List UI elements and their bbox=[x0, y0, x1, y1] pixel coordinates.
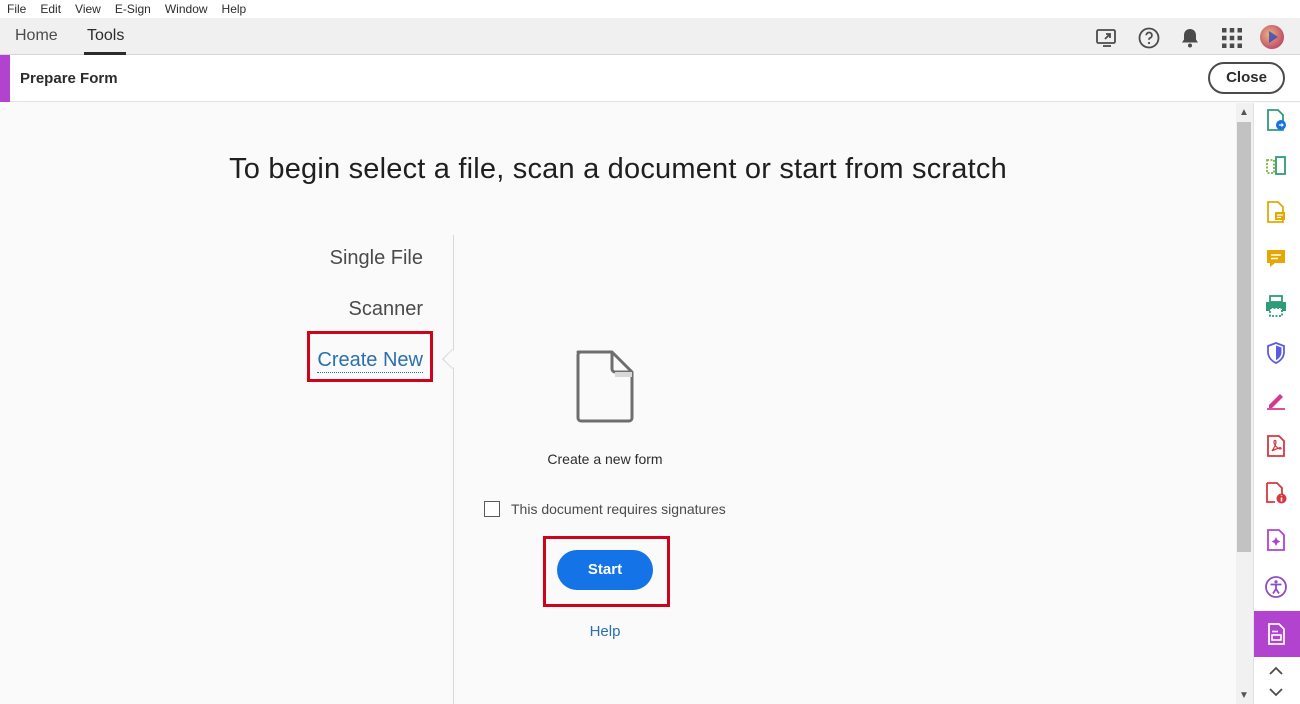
chevron-up-icon[interactable] bbox=[1266, 664, 1286, 678]
comment-icon[interactable] bbox=[1264, 247, 1288, 271]
close-button[interactable]: Close bbox=[1208, 62, 1285, 94]
menu-window[interactable]: Window bbox=[165, 2, 208, 16]
bell-icon[interactable] bbox=[1178, 26, 1202, 50]
pdf-icon[interactable] bbox=[1264, 434, 1288, 458]
highlight-box-start bbox=[543, 536, 670, 607]
tab-tools[interactable]: Tools bbox=[87, 27, 124, 45]
protect-icon[interactable] bbox=[1264, 341, 1288, 365]
option-single-file[interactable]: Single File bbox=[330, 247, 423, 270]
vertical-divider bbox=[453, 235, 454, 704]
help-circle-icon[interactable] bbox=[1137, 26, 1161, 50]
tool-header: Prepare Form Close bbox=[0, 55, 1300, 102]
menu-file[interactable]: File bbox=[7, 2, 26, 16]
page-title: To begin select a file, scan a document … bbox=[229, 153, 1007, 185]
highlight-box-create-new bbox=[307, 331, 433, 382]
option-scanner[interactable]: Scanner bbox=[349, 298, 424, 321]
document-icon bbox=[576, 350, 634, 423]
chevron-down-icon[interactable] bbox=[1266, 685, 1286, 699]
help-link[interactable]: Help bbox=[555, 623, 655, 640]
menu-view[interactable]: View bbox=[75, 2, 101, 16]
menu-bar: File Edit View E-Sign Window Help bbox=[0, 0, 1300, 18]
print-production-icon[interactable] bbox=[1264, 294, 1288, 318]
menu-help[interactable]: Help bbox=[222, 2, 247, 16]
tab-home[interactable]: Home bbox=[15, 27, 58, 45]
tool-title: Prepare Form bbox=[20, 70, 118, 87]
share-screen-icon[interactable] bbox=[1095, 26, 1119, 50]
fill-sign-icon[interactable] bbox=[1264, 388, 1288, 412]
organize-pages-icon[interactable] bbox=[1264, 154, 1288, 178]
prepare-form-icon[interactable] bbox=[1264, 622, 1288, 646]
rich-media-icon[interactable] bbox=[1264, 528, 1288, 552]
signatures-checkbox-label[interactable]: This document requires signatures bbox=[511, 501, 726, 517]
main-panel: To begin select a file, scan a document … bbox=[0, 103, 1236, 704]
accessibility-icon[interactable] bbox=[1264, 575, 1288, 599]
create-form-label: Create a new form bbox=[547, 451, 663, 467]
tool-accent-bar bbox=[0, 55, 10, 102]
menu-edit[interactable]: Edit bbox=[40, 2, 61, 16]
apps-grid-icon[interactable] bbox=[1220, 26, 1244, 50]
selection-pointer bbox=[442, 349, 462, 369]
export-pdf-icon[interactable] bbox=[1264, 200, 1288, 224]
signatures-checkbox[interactable] bbox=[484, 501, 500, 517]
scroll-up-arrow-icon[interactable]: ▲ bbox=[1238, 107, 1250, 119]
scroll-down-arrow-icon[interactable]: ▼ bbox=[1238, 690, 1250, 702]
scrollbar-thumb[interactable] bbox=[1237, 122, 1251, 552]
create-pdf-icon[interactable] bbox=[1264, 108, 1288, 132]
pdf-info-icon[interactable] bbox=[1264, 481, 1288, 505]
menu-esign[interactable]: E-Sign bbox=[115, 2, 151, 16]
avatar[interactable] bbox=[1260, 25, 1284, 49]
